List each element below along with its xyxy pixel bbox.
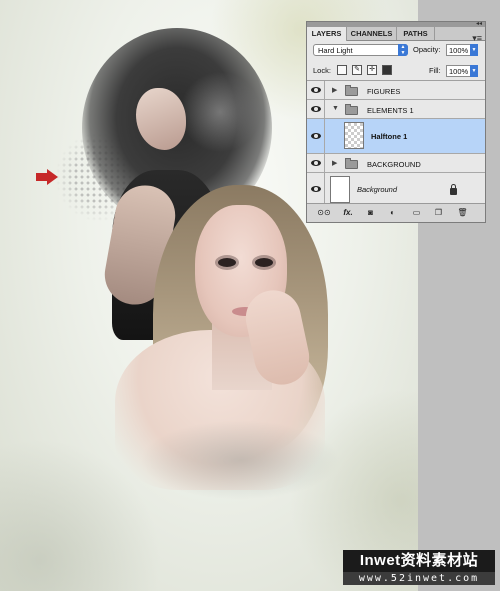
new-group-icon[interactable]: ▭ — [411, 208, 422, 218]
mask-icon[interactable]: ◙ — [365, 208, 376, 218]
paint-splash — [140, 420, 340, 500]
layer-name: Halftone 1 — [371, 132, 408, 141]
folder-icon — [345, 104, 358, 115]
lock-icon — [450, 184, 457, 195]
new-layer-icon[interactable]: ❐ — [433, 208, 444, 218]
lock-position-icon[interactable]: ✛ — [367, 65, 377, 75]
collapse-arrow-icon[interactable]: ▼ — [332, 105, 339, 112]
watermark-title: Inwet资料素材站 — [343, 550, 495, 572]
blend-row: Hard Light ▲ ▼ Opacity: 100% ▼ — [307, 41, 485, 60]
layer-thumbnail — [344, 122, 364, 149]
link-icon[interactable]: ⊙⊙ — [317, 208, 331, 218]
right-eye — [255, 258, 273, 267]
layers-bottom-toolbar: ⊙⊙ fx. ◙ ◐ ▭ ❐ 🗑 — [307, 203, 485, 222]
layer-name: Background — [357, 185, 398, 194]
opacity-field[interactable]: 100% ▼ — [446, 44, 478, 56]
fill-label: Fill: — [429, 66, 441, 75]
tab-layers[interactable]: LAYERS — [307, 27, 347, 41]
layer-row-halftone-1[interactable]: Halftone 1 — [307, 119, 485, 154]
eye-icon — [311, 87, 321, 93]
expand-arrow-icon[interactable]: ▶ — [332, 86, 337, 94]
watermark: Inwet资料素材站 www.52inwet.com — [343, 550, 495, 586]
visibility-toggle[interactable] — [307, 81, 325, 99]
visibility-toggle[interactable] — [307, 173, 325, 205]
chevron-updown-icon: ▲ ▼ — [398, 44, 408, 56]
lock-all-icon[interactable] — [382, 65, 392, 75]
lock-row: Lock: ✎ ✛ Fill: 100% ▼ — [307, 62, 485, 81]
panel-tabs: LAYERS CHANNELS PATHS ▾≡ — [307, 27, 485, 43]
layer-row-figures[interactable]: ▶ FIGURES — [307, 81, 485, 100]
adjustment-icon[interactable]: ◐ — [387, 208, 398, 218]
blend-mode-select[interactable]: Hard Light ▲ ▼ — [313, 44, 408, 56]
layers-panel: ◂◂ LAYERS CHANNELS PATHS ▾≡ Hard Light ▲… — [306, 21, 486, 223]
lock-image-icon[interactable]: ✎ — [352, 65, 362, 75]
eye-icon — [311, 186, 321, 192]
blend-mode-value: Hard Light — [318, 46, 353, 55]
folder-icon — [345, 85, 358, 96]
opacity-label: Opacity: — [413, 45, 441, 54]
lock-label: Lock: — [313, 66, 331, 75]
layer-name: BACKGROUND — [367, 160, 421, 169]
visibility-toggle[interactable] — [307, 119, 325, 153]
visibility-toggle[interactable] — [307, 100, 325, 118]
expand-arrow-icon[interactable]: ▶ — [332, 159, 337, 167]
eye-icon — [311, 106, 321, 112]
layer-row-background[interactable]: Background — [307, 173, 485, 206]
chevron-down-icon[interactable]: ▼ — [470, 44, 478, 56]
fx-icon[interactable]: fx. — [340, 208, 356, 218]
lock-transparency-icon[interactable] — [337, 65, 347, 75]
folder-icon — [345, 158, 358, 169]
tab-channels[interactable]: CHANNELS — [347, 27, 397, 40]
layer-name: ELEMENTS 1 — [367, 106, 414, 115]
eye-icon — [311, 160, 321, 166]
layer-name: FIGURES — [367, 87, 401, 96]
trash-icon[interactable]: 🗑 — [457, 208, 468, 218]
opacity-value: 100% — [449, 46, 469, 55]
chevron-down-icon[interactable]: ▼ — [470, 65, 478, 77]
fill-field[interactable]: 100% ▼ — [446, 65, 478, 77]
fill-value: 100% — [449, 67, 469, 76]
left-eye — [218, 258, 236, 267]
layer-row-elements-1[interactable]: ▼ ELEMENTS 1 — [307, 100, 485, 119]
red-arrow-icon — [36, 169, 58, 185]
layer-thumbnail — [330, 176, 350, 203]
watermark-url: www.52inwet.com — [343, 572, 495, 585]
layer-row-background-group[interactable]: ▶ BACKGROUND — [307, 154, 485, 173]
eye-icon — [311, 133, 321, 139]
tab-paths[interactable]: PATHS — [397, 27, 435, 40]
visibility-toggle[interactable] — [307, 154, 325, 172]
